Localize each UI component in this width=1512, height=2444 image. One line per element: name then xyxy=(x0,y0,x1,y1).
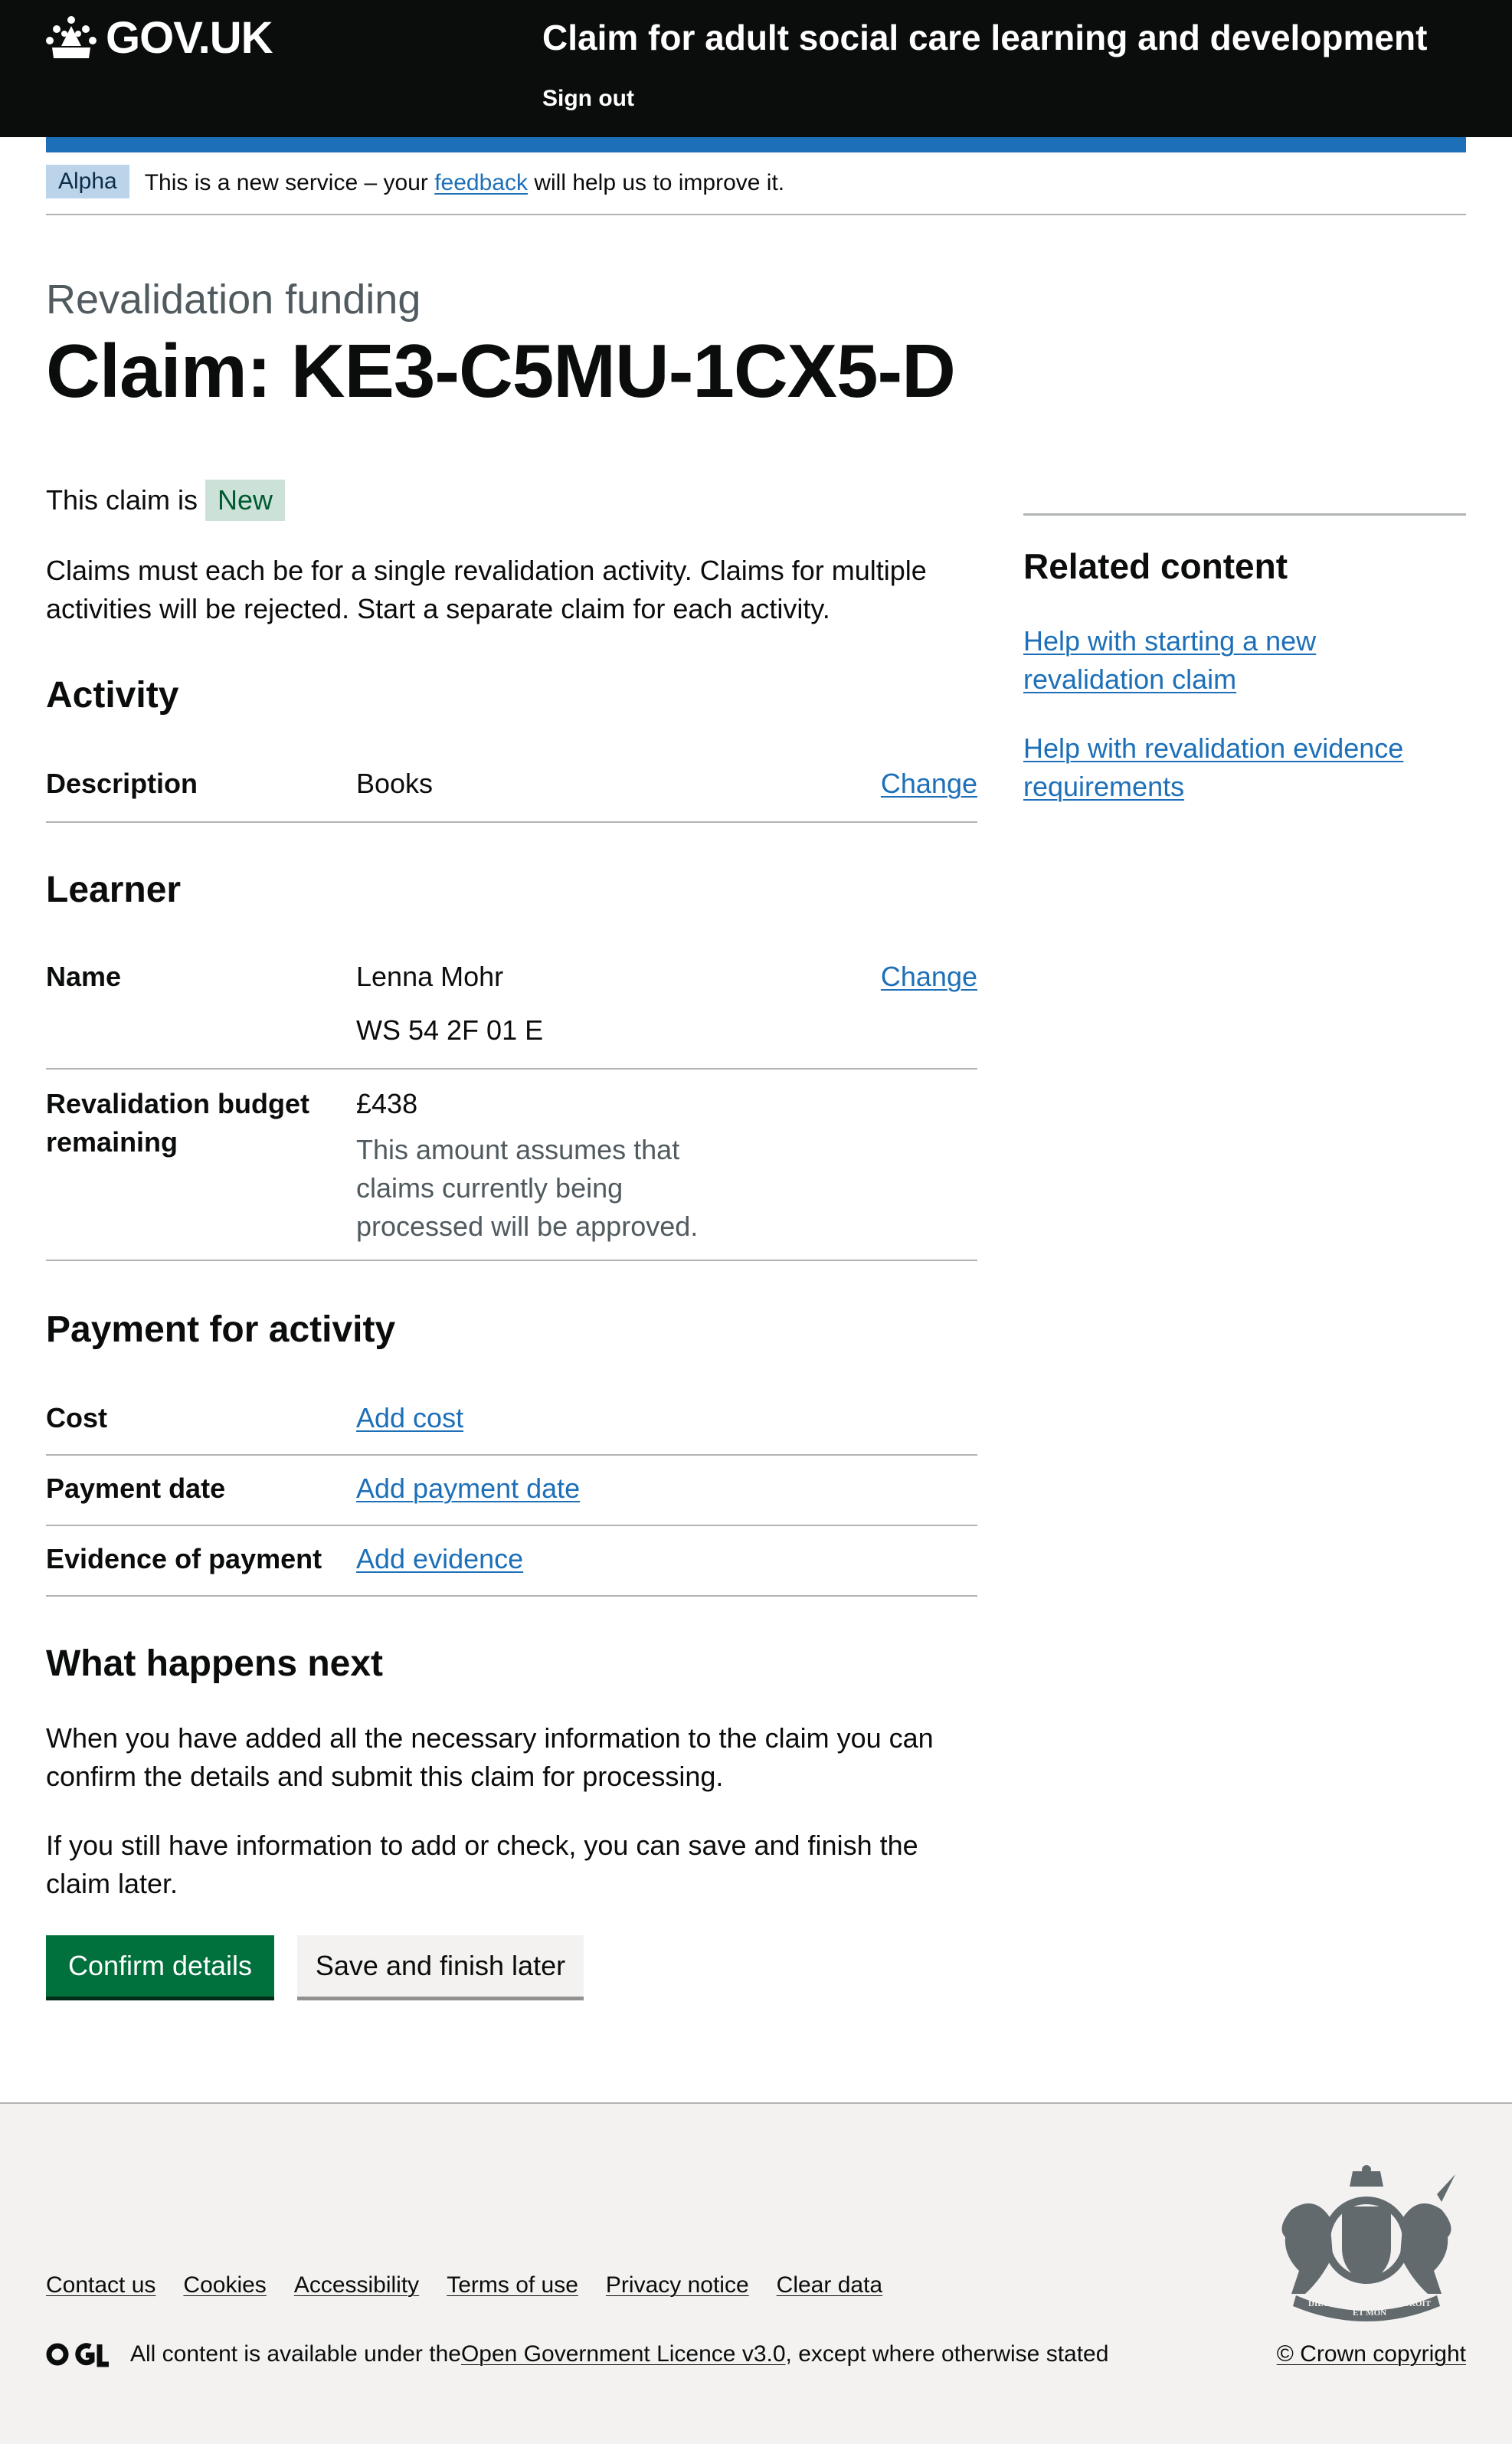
open-government-licence-link[interactable]: Open Government Licence v3.0 xyxy=(461,2341,786,2367)
page-title: Claim: KE3-C5MU-1CX5-D xyxy=(46,329,956,413)
crown-copyright: © Crown copyright xyxy=(1277,2341,1466,2367)
next-heading: What happens next xyxy=(46,1643,384,1684)
crest-motto-1: DIEU xyxy=(1308,2299,1330,2308)
summary-row-description: Description Books Change xyxy=(46,765,977,823)
licence-text-after: , except where otherwise stated xyxy=(785,2341,1109,2367)
related-link-evidence[interactable]: Help with revalidation evidence requirem… xyxy=(1023,729,1452,806)
site-header: GOV.UK Claim for adult social care learn… xyxy=(0,0,1512,137)
crest-motto-2: ET MON xyxy=(1353,2308,1386,2318)
payment-date-key: Payment date xyxy=(46,1473,226,1504)
site-footer: DIEU ET MON DROIT Contact us Cookies Acc… xyxy=(0,2102,1512,2444)
cost-key: Cost xyxy=(46,1402,107,1433)
budget-value: £438 xyxy=(356,1088,418,1119)
activity-heading: Activity xyxy=(46,675,179,716)
phase-text-before: This is a new service – your xyxy=(144,170,435,195)
name-key: Name xyxy=(46,961,122,992)
footer-link-terms-of-use[interactable]: Terms of use xyxy=(447,2272,578,2298)
govuk-logo-link[interactable]: GOV.UK xyxy=(46,12,273,64)
ogl-logo-icon xyxy=(46,2343,109,2367)
sign-out-link[interactable]: Sign out xyxy=(542,86,634,112)
feedback-link[interactable]: feedback xyxy=(434,170,528,195)
phase-banner: Alpha This is a new service – your feedb… xyxy=(46,165,1466,215)
footer-link-contact-us[interactable]: Contact us xyxy=(46,2272,155,2298)
add-cost-link[interactable]: Add cost xyxy=(356,1399,463,1437)
add-evidence-link[interactable]: Add evidence xyxy=(356,1540,523,1578)
budget-key: Revalidation budget remaining xyxy=(46,1088,310,1158)
licence-statement: All content is available under the Open … xyxy=(46,2341,1108,2367)
summary-row-cost: Cost Add cost xyxy=(46,1399,977,1456)
service-name-link[interactable]: Claim for adult social care learning and… xyxy=(542,17,1427,58)
footer-link-accessibility[interactable]: Accessibility xyxy=(294,2272,419,2298)
ni-number-value: WS 54 2F 01 E xyxy=(356,1014,544,1046)
change-learner-link[interactable]: Change xyxy=(881,958,977,996)
crown-copyright-link[interactable]: © Crown copyright xyxy=(1277,2341,1466,2367)
related-content-rule xyxy=(1023,513,1466,516)
add-payment-date-link[interactable]: Add payment date xyxy=(356,1469,580,1508)
intro-text: Claims must each be for a single revalid… xyxy=(46,555,927,624)
footer-link-cookies[interactable]: Cookies xyxy=(183,2272,266,2298)
next-paragraph-1: When you have added all the necessary in… xyxy=(46,1722,934,1792)
related-link-new-claim[interactable]: Help with starting a new revalidation cl… xyxy=(1023,622,1452,699)
royal-coat-of-arms-icon: DIEU ET MON DROIT xyxy=(1281,2165,1455,2321)
description-key: Description xyxy=(46,768,198,799)
phase-text: This is a new service – your feedback wi… xyxy=(145,165,784,196)
licence-text-before: All content is available under the xyxy=(130,2341,461,2367)
summary-row-evidence: Evidence of payment Add evidence xyxy=(46,1526,977,1597)
name-value: Lenna Mohr xyxy=(356,961,504,992)
status-badge: New xyxy=(205,480,286,521)
summary-row-budget: Revalidation budget remaining £438 This … xyxy=(46,1070,977,1261)
page-caption: Revalidation funding xyxy=(46,277,421,323)
description-value: Books xyxy=(356,768,434,799)
status-prefix: This claim is xyxy=(46,484,198,516)
footer-link-clear-data[interactable]: Clear data xyxy=(777,2272,882,2298)
budget-hint: This amount assumes that claims currentl… xyxy=(356,1134,699,1242)
related-content-heading: Related content xyxy=(1023,546,1288,586)
confirm-details-button[interactable]: Confirm details xyxy=(46,1935,274,1997)
evidence-key: Evidence of payment xyxy=(46,1543,322,1574)
footer-link-privacy-notice[interactable]: Privacy notice xyxy=(606,2272,749,2298)
crown-icon xyxy=(46,15,97,58)
payment-heading: Payment for activity xyxy=(46,1309,396,1350)
summary-row-payment-date: Payment date Add payment date xyxy=(46,1456,977,1526)
phase-tag: Alpha xyxy=(46,165,129,198)
crest-motto-3: DROIT xyxy=(1403,2299,1432,2308)
next-paragraph-2: If you still have information to add or … xyxy=(46,1830,918,1899)
logo-text: GOV.UK xyxy=(106,13,273,63)
footer-links: Contact us Cookies Accessibility Terms o… xyxy=(46,2272,882,2298)
summary-row-name: Name Lenna Mohr WS 54 2F 01 E Change xyxy=(46,958,977,1070)
header-blue-bar xyxy=(46,137,1466,152)
save-and-finish-later-button[interactable]: Save and finish later xyxy=(297,1935,584,1997)
learner-heading: Learner xyxy=(46,870,182,910)
phase-text-after: will help us to improve it. xyxy=(527,170,785,195)
change-description-link[interactable]: Change xyxy=(881,765,977,803)
claim-status: This claim is New xyxy=(46,480,286,521)
